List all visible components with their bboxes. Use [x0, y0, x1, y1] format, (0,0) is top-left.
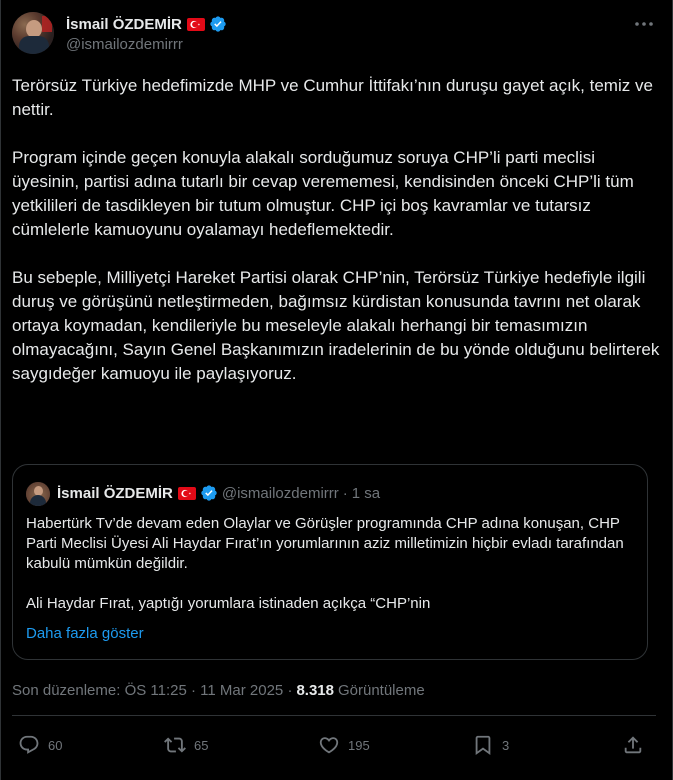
quote-paragraph: Habertürk Tv’de devam eden Olaylar ve Gö… [26, 515, 624, 572]
reply-button[interactable]: 60 [18, 730, 62, 760]
edited-timestamp[interactable]: Son düzenleme: ÖS 11:25 · 11 Mar 2025 · [12, 682, 292, 699]
quote-avatar [26, 482, 50, 506]
repost-count: 65 [194, 737, 209, 753]
turkey-flag-icon [186, 17, 205, 31]
view-count: 8.318 [296, 682, 334, 699]
view-count-label: Görüntüleme [337, 682, 425, 699]
post-paragraph: Terörsüz Türkiye hedefimizde MHP ve Cumh… [12, 76, 653, 119]
verified-badge-icon [210, 16, 226, 32]
more-horizontal-icon[interactable] [634, 16, 654, 32]
show-more-link[interactable]: Daha fazla göster [26, 625, 144, 642]
post-text: Terörsüz Türkiye hedefimizde MHP ve Cumh… [12, 74, 662, 410]
separator-dot: · [342, 484, 348, 502]
verified-badge-icon [201, 485, 217, 501]
quote-author-handle: @ismailozdemirrr [221, 484, 339, 502]
author-handle[interactable]: @ismailozdemirrr [66, 36, 183, 53]
quoted-post[interactable]: İsmail ÖZDEMİR @ismailozdemirrr · 1 sa H… [12, 464, 648, 660]
quote-timestamp[interactable]: 1 sa [352, 485, 380, 502]
reply-count: 60 [48, 737, 63, 753]
like-button[interactable]: 195 [318, 730, 370, 760]
author-name-row: İsmail ÖZDEMİR [66, 14, 227, 34]
share-icon [624, 736, 642, 754]
post-header: İsmail ÖZDEMİR @ismailozdemirrr [12, 10, 656, 60]
post-meta: Son düzenleme: ÖS 11:25 · 11 Mar 2025 · … [12, 682, 425, 699]
action-bar: 60 65 195 3 [12, 730, 656, 760]
quote-text: Habertürk Tv’de devam eden Olaylar ve Gö… [26, 514, 638, 634]
post-paragraph: Bu sebeple, Milliyetçi Hareket Partisi o… [12, 268, 660, 383]
bookmark-count: 3 [502, 737, 510, 753]
repost-icon [164, 737, 186, 753]
post-detail: İsmail ÖZDEMİR @ismailozdemirrr Terörsüz… [0, 0, 673, 780]
bookmark-icon [475, 735, 491, 756]
post-paragraph: Program içinde geçen konuyla alakalı sor… [12, 148, 634, 239]
like-count: 195 [348, 737, 370, 753]
repost-button[interactable]: 65 [164, 730, 208, 760]
turkey-flag-icon [177, 486, 196, 500]
divider [12, 715, 656, 716]
heart-icon [319, 737, 339, 754]
quote-header: İsmail ÖZDEMİR @ismailozdemirrr · 1 sa [57, 483, 380, 503]
share-button[interactable] [622, 730, 644, 760]
avatar[interactable] [12, 12, 54, 54]
reply-icon [19, 735, 39, 754]
bookmark-button[interactable]: 3 [472, 730, 509, 760]
quote-author-name: İsmail ÖZDEMİR [57, 484, 173, 502]
author-name[interactable]: İsmail ÖZDEMİR [66, 16, 182, 33]
quote-paragraph: Ali Haydar Fırat, yaptığı yorumlara isti… [26, 595, 431, 612]
